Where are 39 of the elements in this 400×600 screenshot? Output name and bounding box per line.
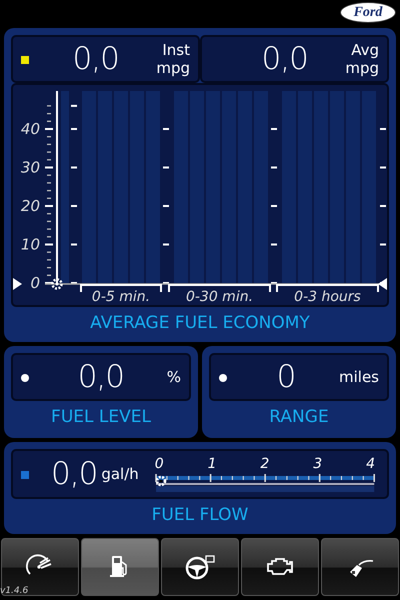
period-label: 0-5 min. <box>92 289 150 305</box>
tab-button[interactable] <box>1 538 79 596</box>
marker-icon <box>378 278 387 290</box>
readout-value: 0,0 <box>51 458 98 490</box>
tab-button[interactable] <box>161 538 239 596</box>
axis-label: 20 <box>20 197 40 215</box>
tab-button[interactable] <box>81 538 159 596</box>
period-label: 0-30 min. <box>186 289 254 305</box>
unit-label: miles <box>339 368 379 386</box>
logo: Ford <box>340 2 396 23</box>
readout-value: 0 <box>276 362 296 392</box>
panel-title: FUEL FLOW <box>152 505 248 525</box>
period-label: 0-3 hours <box>294 289 361 305</box>
scale-label: 2 <box>260 457 270 471</box>
unit-label: mpg <box>156 59 190 77</box>
unit-label: gal/h <box>101 465 139 483</box>
marker-icon <box>13 278 22 290</box>
axis-label: 0 <box>30 274 40 292</box>
panel-title: AVERAGE FUEL ECONOMY <box>90 313 310 333</box>
axis-label: 30 <box>20 158 40 176</box>
tab-button[interactable] <box>241 538 319 596</box>
unit-label: mpg <box>345 59 379 77</box>
version-label: v1.4.6 <box>0 587 28 596</box>
readout-value: 0,0 <box>76 362 126 392</box>
unit-label: % <box>166 368 181 386</box>
gauge-thumb[interactable] <box>154 475 167 487</box>
scale-label: 4 <box>366 457 375 471</box>
panel-title: RANGE <box>269 407 329 427</box>
gear-icon <box>51 278 63 290</box>
scale-label: 3 <box>313 457 322 471</box>
readout-label: Inst <box>162 41 190 59</box>
scale-label: 0 <box>154 457 164 471</box>
readout-value: 0,0 <box>260 44 309 74</box>
panel-title: FUEL LEVEL <box>51 407 151 427</box>
readout-value: 0,0 <box>72 44 120 74</box>
readout-label: Avg <box>351 41 379 59</box>
axis-label: 40 <box>20 120 40 138</box>
axis-label: 10 <box>20 236 40 254</box>
scale-label: 1 <box>208 457 217 471</box>
